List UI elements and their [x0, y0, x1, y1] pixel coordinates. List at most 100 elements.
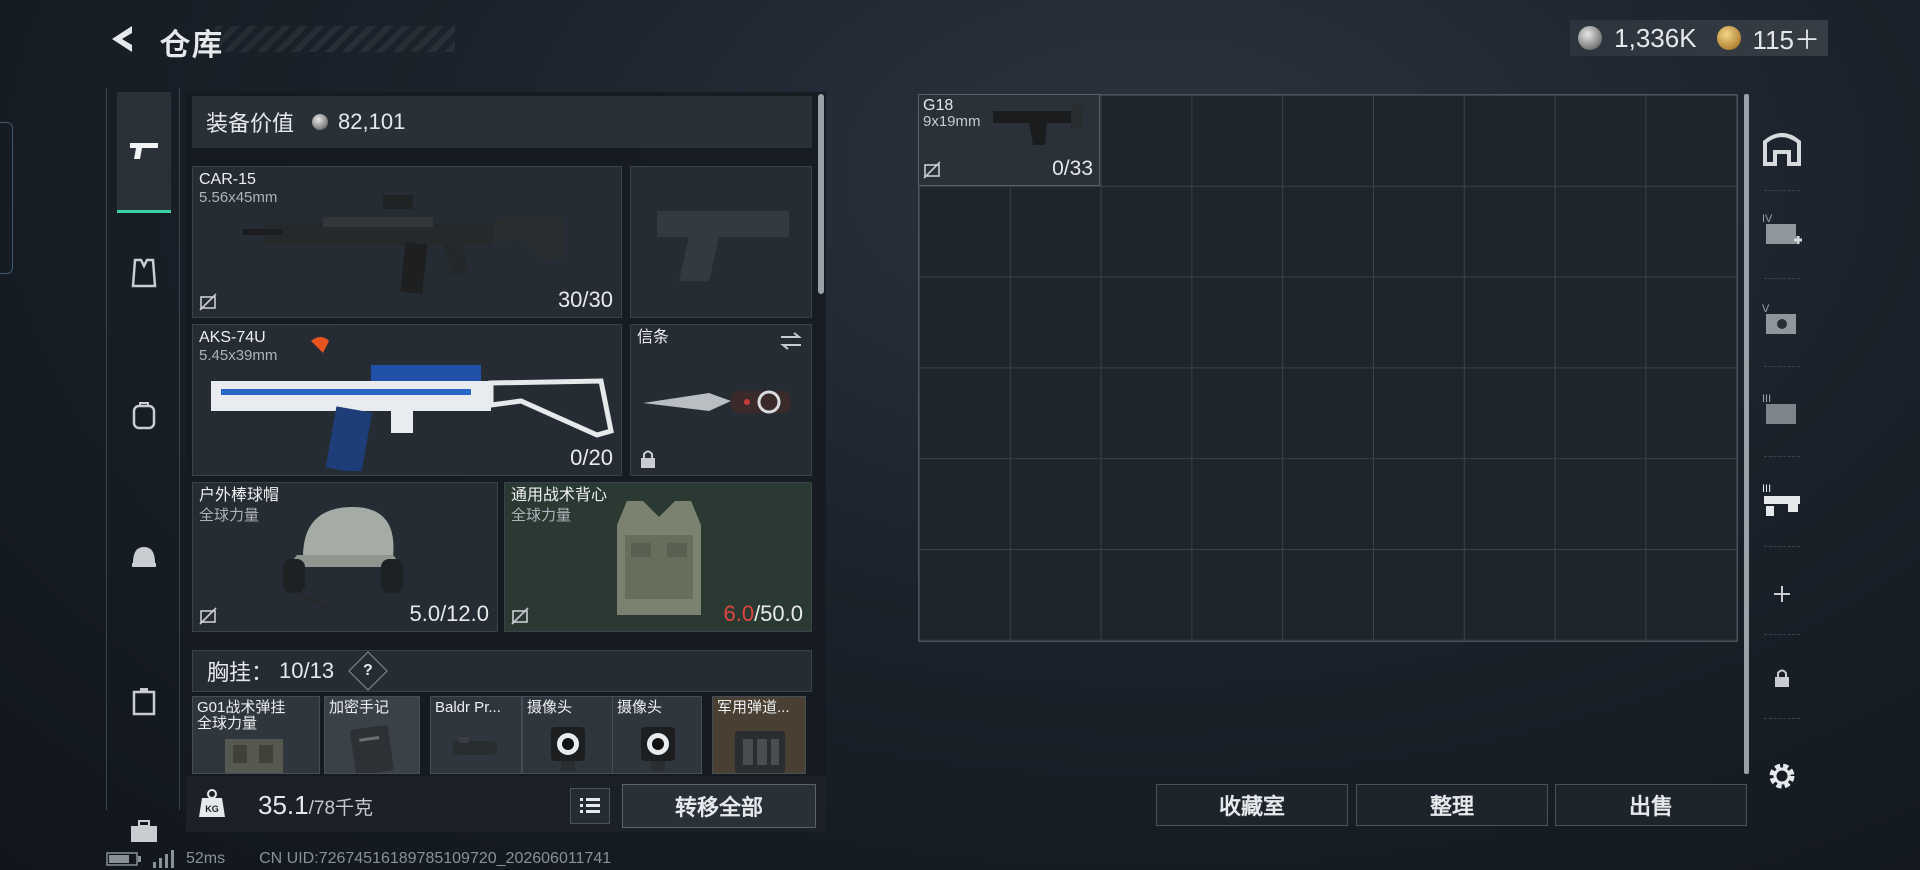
weapon-name: AKS-74U — [199, 329, 266, 346]
weight-current: 35.1 — [258, 790, 309, 820]
chest-item-camera-1[interactable]: 摄像头 — [522, 696, 614, 774]
transfer-all-button[interactable]: 转移全部 — [622, 784, 816, 828]
chest-rig-label: 胸挂： — [207, 660, 274, 685]
nav-backpack[interactable] — [117, 388, 171, 442]
nav-case[interactable] — [117, 674, 171, 728]
secondary-weapon-slot[interactable]: AKS-74U 5.45x39mm 0/20 — [192, 324, 622, 476]
chest-item-name: 摄像头 — [527, 699, 573, 716]
nav-divider — [1764, 366, 1800, 367]
tab-storage-iii-weapons[interactable]: III — [1756, 474, 1808, 526]
chest-item-name: Baldr Pr... — [435, 699, 501, 716]
chest-item-name: G01战术弹挂 — [197, 699, 286, 716]
storage-tabs-nav: IV V III III — [1756, 94, 1808, 830]
help-icon[interactable]: ? — [348, 651, 388, 691]
pistol-icon — [130, 143, 158, 159]
cap-image — [283, 507, 403, 611]
settings-button[interactable] — [1756, 750, 1808, 802]
svg-text:KG: KG — [205, 804, 219, 814]
storage-icon — [1763, 133, 1801, 166]
chest-item-name: 军用弹道... — [717, 699, 790, 716]
chest-item-scope[interactable]: Baldr Pr... — [430, 696, 522, 774]
sell-button[interactable]: 出售 — [1555, 784, 1747, 826]
weight-max: /78千克 — [308, 798, 374, 819]
knife-image — [643, 390, 791, 414]
back-arrow-icon[interactable] — [106, 22, 140, 56]
left-category-nav — [106, 88, 180, 842]
battery-icon — [106, 852, 141, 866]
armor-name: 通用战术背心 — [511, 487, 608, 504]
gold-amount[interactable]: 115＋ — [1753, 20, 1820, 57]
add-storage-button[interactable] — [1756, 568, 1808, 620]
chest-item-name: 加密手记 — [329, 699, 390, 716]
vest-image — [617, 501, 701, 615]
carry-weight: 35.1/78千克 — [258, 790, 373, 821]
ammo-count: 30/30 — [557, 287, 613, 312]
vest-icon — [131, 258, 157, 288]
chest-item-ballistic[interactable]: 军用弹道... — [712, 696, 806, 774]
list-view-button[interactable] — [570, 788, 610, 824]
svg-text:V: V — [1762, 303, 1770, 315]
helmet-slot[interactable]: 户外棒球帽 全球力量 5.0/12.0 — [192, 482, 498, 632]
notebook-image — [350, 725, 394, 773]
item-caliber: 9x19mm — [923, 113, 981, 130]
storage-iii-icon: III — [1762, 393, 1796, 424]
tab-storage-main[interactable] — [1756, 122, 1808, 174]
camera-image — [551, 727, 585, 771]
storage-iv-icon: IV — [1762, 213, 1802, 244]
weapon-caliber: 5.45x39mm — [199, 347, 278, 364]
side-drawer-handle[interactable] — [0, 122, 13, 274]
collection-room-button[interactable]: 收藏室 — [1156, 784, 1348, 826]
pistol-slot-empty[interactable] — [630, 166, 812, 318]
signal-icon — [153, 850, 174, 868]
tab-storage-v[interactable]: V — [1756, 294, 1808, 346]
equipment-value: 82,101 — [338, 109, 406, 134]
loadout-scrollbar[interactable] — [818, 94, 824, 294]
melee-name: 信条 — [637, 329, 670, 346]
armor-durability-current: 6.0 — [723, 601, 755, 626]
equipment-value-label: 装备价值 — [206, 111, 295, 136]
settings-icon — [1769, 763, 1795, 789]
nav-helmet[interactable] — [117, 530, 171, 584]
no-durability-icon — [199, 607, 217, 625]
armor-durability-max: /50.0 — [754, 601, 803, 626]
page-title: 仓库 — [160, 29, 224, 62]
organize-button[interactable]: 整理 — [1356, 784, 1548, 826]
primary-weapon-slot[interactable]: CAR-15 5.56x45mm 30/30 — [192, 166, 622, 318]
no-durability-icon — [199, 293, 217, 311]
chest-item-notebook[interactable]: 加密手记 — [324, 696, 420, 774]
toolbox-icon — [131, 820, 157, 842]
title-decoration — [215, 26, 455, 52]
helmet-faction: 全球力量 — [199, 507, 260, 524]
nav-weapons[interactable] — [117, 92, 171, 213]
list-icon — [580, 798, 600, 813]
case-icon — [132, 688, 156, 716]
storage-item-g18[interactable]: G18 9x19mm 0/33 — [918, 94, 1100, 186]
locked-storage-slot[interactable] — [1756, 652, 1808, 704]
chest-item-rig[interactable]: G01战术弹挂 全球力量 — [192, 696, 320, 774]
armor-slot[interactable]: 通用战术背心 全球力量 6.0/50.0 — [504, 482, 812, 632]
storage-scrollbar[interactable] — [1744, 94, 1749, 774]
tab-storage-iii[interactable]: III — [1756, 384, 1808, 436]
no-durability-icon — [923, 161, 941, 179]
g18-image — [993, 105, 1083, 145]
car15-image — [243, 195, 565, 295]
swap-icon[interactable] — [779, 331, 803, 351]
user-id: CN UID:7267451618978510972​0_20260601174… — [259, 850, 612, 867]
lock-icon — [1775, 669, 1789, 687]
nav-divider — [1764, 634, 1800, 635]
svg-text:IV: IV — [1762, 213, 1773, 225]
helmet-name: 户外棒球帽 — [199, 487, 280, 504]
chest-rig-bar[interactable]: 胸挂： 10/13 ? — [192, 650, 812, 692]
helmet-durability: 5.0/12.0 — [409, 601, 489, 626]
chest-item-camera-2[interactable]: 摄像头 — [612, 696, 702, 774]
ammo-count: 0/20 — [570, 445, 613, 470]
svg-text:III: III — [1762, 483, 1771, 495]
help-symbol: ? — [363, 662, 373, 679]
chest-item-faction: 全球力量 — [197, 715, 258, 732]
silver-amount: 1,336K — [1614, 22, 1697, 53]
currency-bar: 1,336K 115＋ — [1570, 20, 1828, 56]
melee-slot[interactable]: 信条 — [630, 324, 812, 476]
nav-chest-rig[interactable] — [117, 246, 171, 300]
storage-v-icon: V — [1762, 303, 1796, 334]
tab-storage-iv[interactable]: IV — [1756, 204, 1808, 256]
